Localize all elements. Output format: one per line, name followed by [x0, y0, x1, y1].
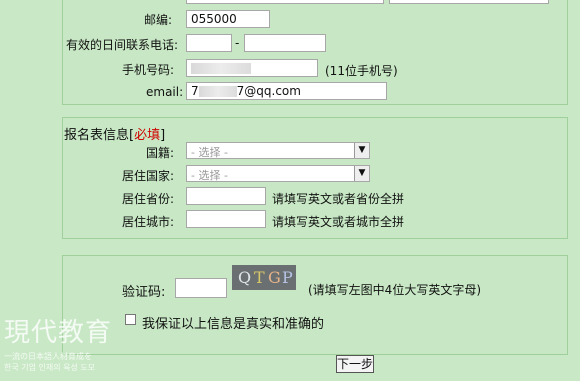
registration-heading-text: 报名表信息 [64, 128, 130, 143]
email-prefix: 7 [191, 84, 199, 98]
province-input[interactable] [186, 187, 266, 205]
postcode-label: 邮编: [144, 13, 173, 27]
logo-text: 現代教育 [4, 318, 113, 348]
residence-country-label: 居住国家: [122, 169, 175, 183]
chevron-down-icon[interactable]: ▼ [354, 166, 369, 181]
captcha-input[interactable] [175, 278, 227, 298]
logo: 現代教育 一流の日本語人材育成を 한국 기업 인재의 육성 도모 [4, 312, 112, 373]
captcha-image[interactable]: Q T G P [232, 265, 296, 290]
nationality-label: 国籍: [146, 146, 175, 160]
captcha-char-3: G [268, 268, 281, 287]
verification-section [62, 255, 568, 355]
mobile-label: 手机号码: [122, 63, 175, 77]
nationality-select[interactable]: - 选择 - ▼ [186, 142, 370, 159]
residence-country-selected: - 选择 - [191, 169, 228, 182]
chevron-down-icon[interactable]: ▼ [354, 143, 369, 158]
email-suffix: 7@qq.com [236, 84, 301, 98]
email-input[interactable]: 7 7@qq.com [186, 82, 387, 100]
logo-tagline-1: 一流の日本語人材育成を [4, 352, 92, 361]
nationality-selected: - 选择 - [191, 146, 228, 159]
captcha-label: 验证码: [122, 285, 166, 300]
captcha-hint: (请填写左图中4位大写英文字母) [308, 283, 481, 297]
city-input[interactable] [186, 210, 266, 228]
city-hint: 请填写英文或者城市全拼 [272, 215, 405, 229]
registration-heading: 报名表信息[必填] [64, 128, 166, 143]
phone-area-code-input[interactable] [186, 34, 232, 52]
address-input[interactable] [186, 0, 384, 4]
redacted-mobile [191, 63, 251, 74]
mobile-hint: (11位手机号) [325, 64, 398, 78]
confirm-label: 我保证以上信息是真实和准确的 [142, 317, 325, 332]
confirm-checkbox[interactable] [125, 314, 136, 325]
province-label: 居住省份: [122, 192, 175, 206]
daytime-phone-label: 有效的日间联系电话: [66, 38, 179, 52]
next-button[interactable]: 下一步 [336, 355, 374, 373]
address-extra-input[interactable] [389, 0, 549, 4]
phone-separator: - [235, 36, 240, 50]
postcode-input[interactable]: 055000 [186, 10, 270, 28]
logo-tagline-2: 한국 기업 인재의 육성 도모 [4, 363, 96, 372]
email-label: email: [146, 85, 184, 99]
required-marker: 必填 [134, 128, 161, 143]
mobile-input[interactable] [186, 59, 318, 77]
phone-number-input[interactable] [244, 34, 326, 52]
redacted-email [198, 86, 237, 97]
captcha-char-4: P [282, 268, 293, 287]
city-label: 居住城市: [122, 215, 175, 229]
province-hint: 请填写英文或者省份全拼 [272, 192, 405, 206]
captcha-char-2: T [254, 268, 265, 287]
residence-country-select[interactable]: - 选择 - ▼ [186, 165, 370, 182]
captcha-char-1: Q [238, 268, 252, 287]
